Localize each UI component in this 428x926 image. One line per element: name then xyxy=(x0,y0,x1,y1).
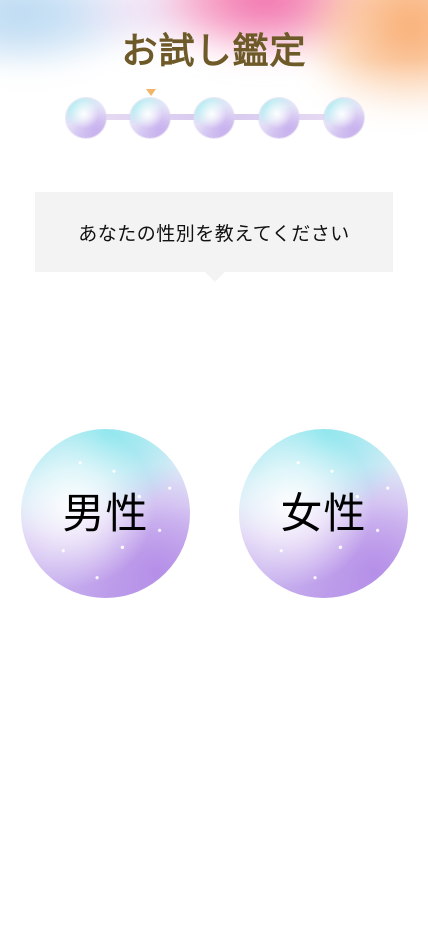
male-label: 男性 xyxy=(62,490,149,537)
step-indicator xyxy=(66,89,364,142)
female-button[interactable]: 女性 xyxy=(239,429,408,598)
step-1 xyxy=(66,98,106,138)
question-box: あなたの性別を教えてください xyxy=(35,192,393,272)
current-step-marker-icon xyxy=(146,89,156,96)
step-5 xyxy=(324,98,364,138)
question-box-pointer xyxy=(205,272,225,282)
step-3 xyxy=(194,98,234,138)
step-2 xyxy=(130,98,170,138)
step-4 xyxy=(259,98,299,138)
question-text: あなたの性別を教えてください xyxy=(78,223,350,245)
female-label: 女性 xyxy=(280,490,367,537)
page-title: お試し鑑定 xyxy=(121,30,307,72)
male-button[interactable]: 男性 xyxy=(21,429,190,598)
